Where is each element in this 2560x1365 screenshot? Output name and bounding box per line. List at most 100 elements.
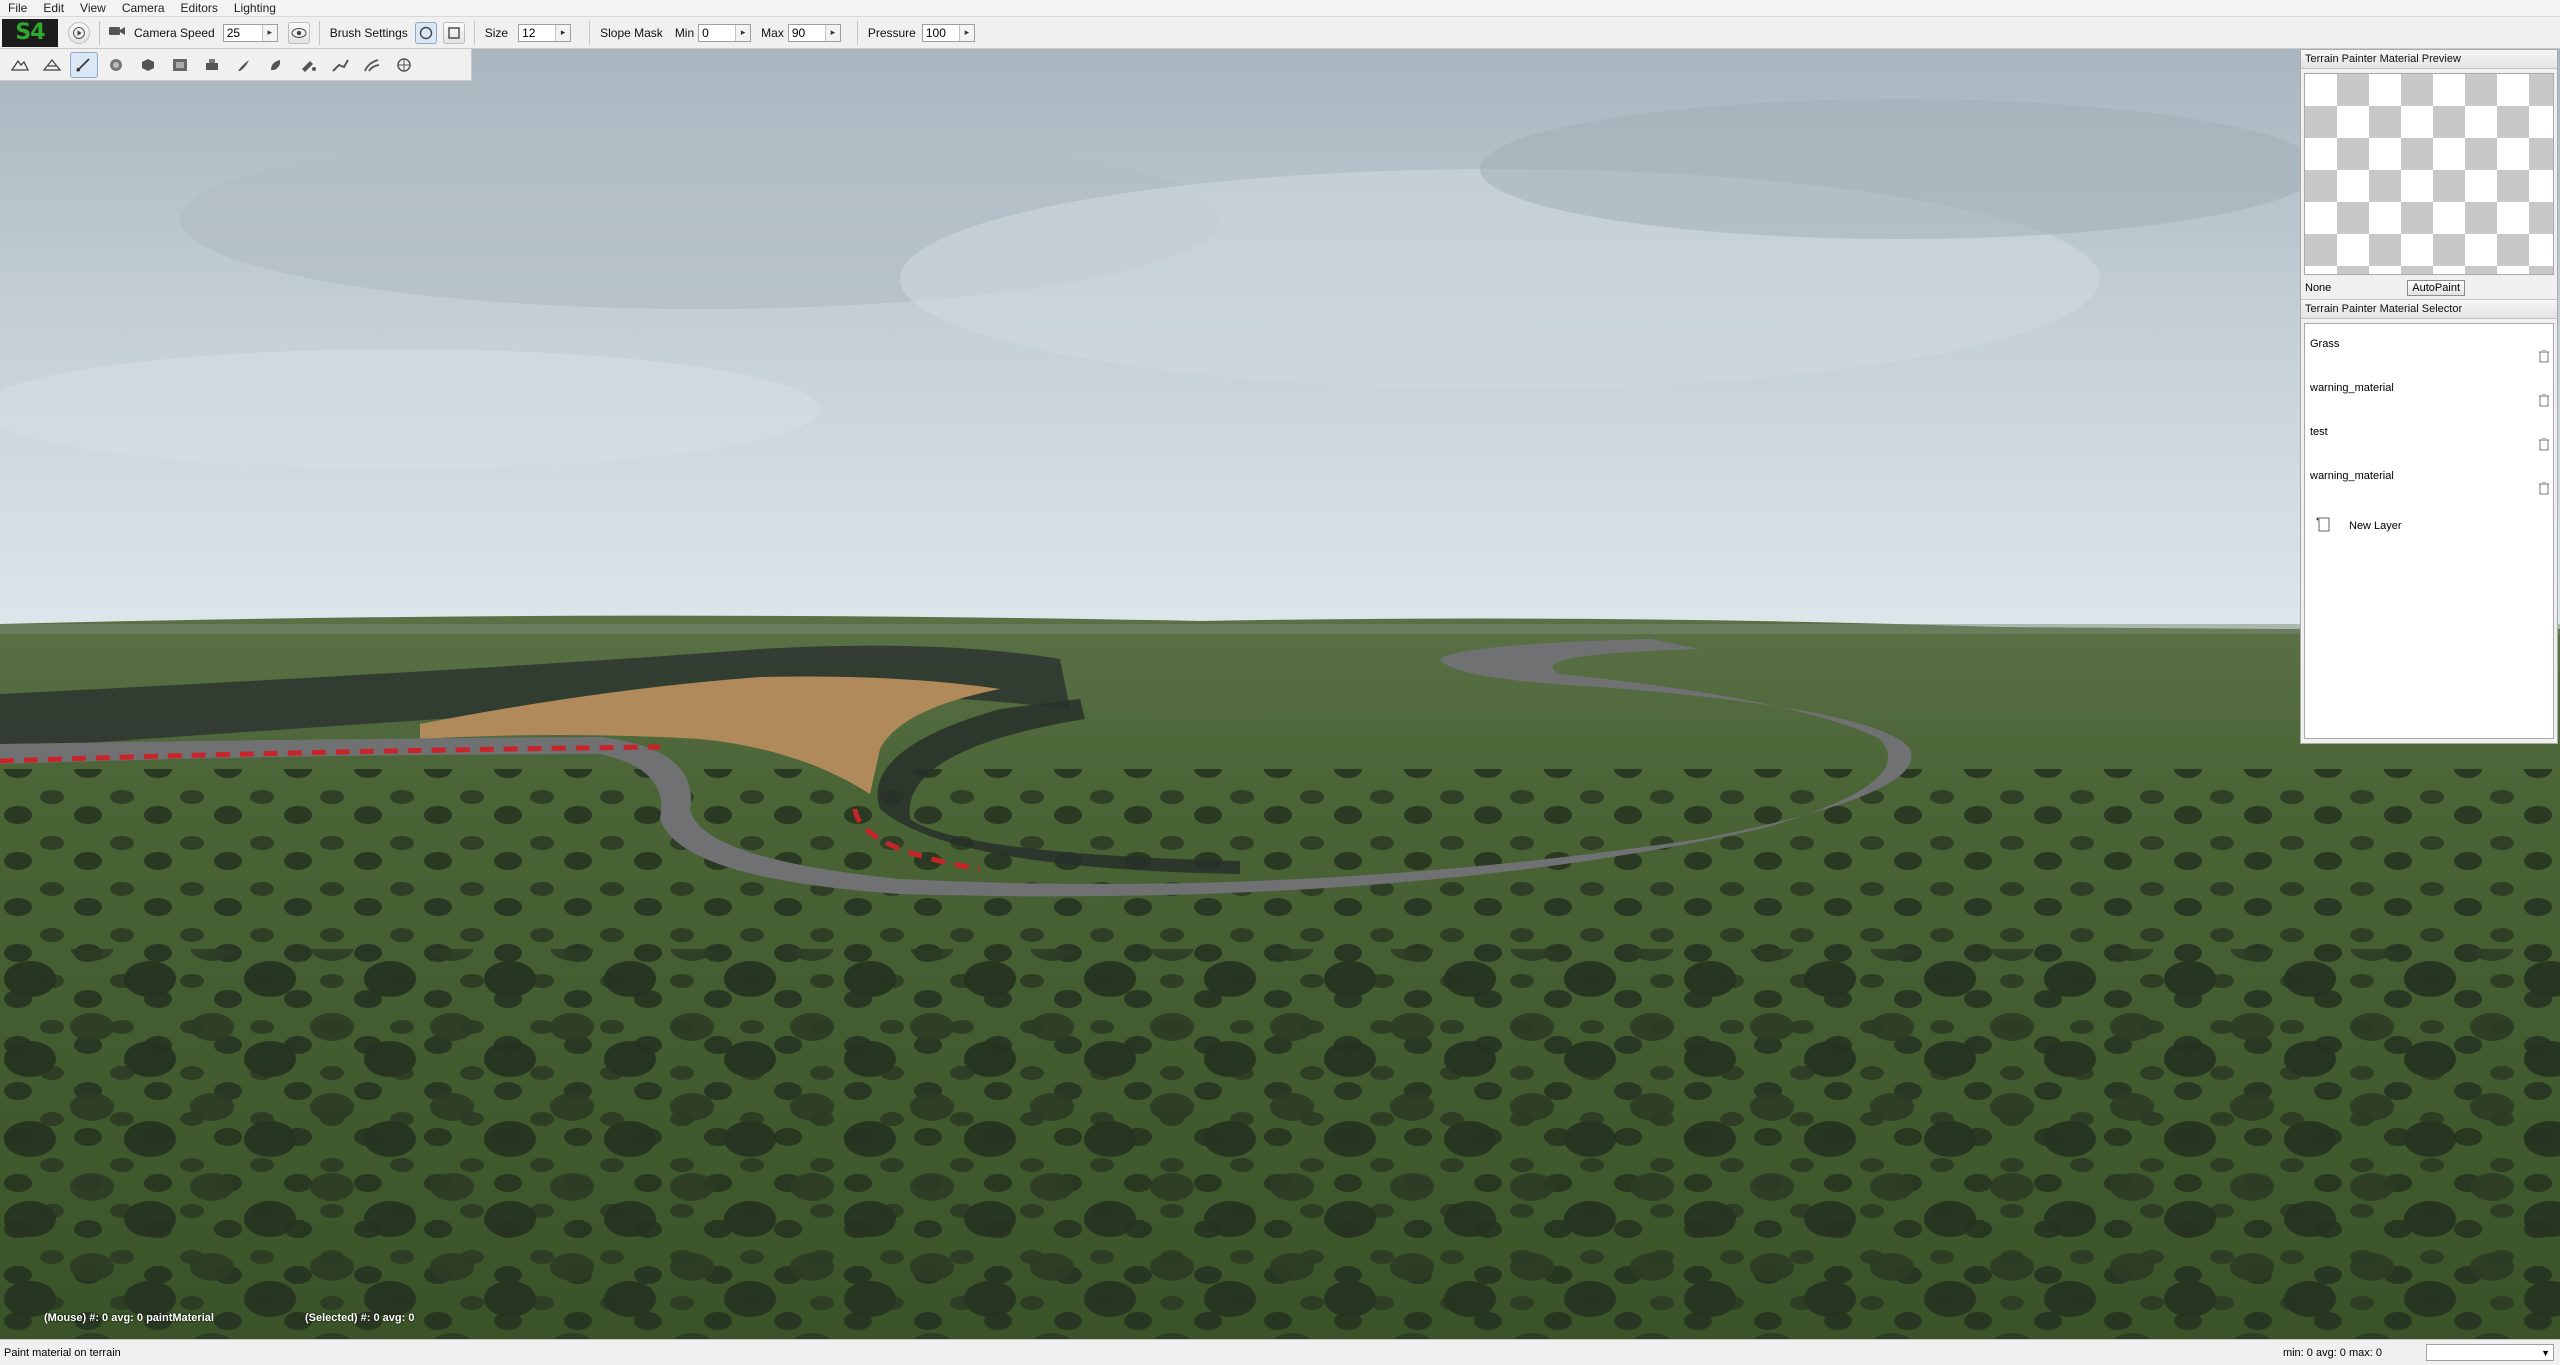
pressure-arrow-icon[interactable]: ▸ xyxy=(958,24,974,41)
terrain-painter-panel: Terrain Painter Material Preview None Au… xyxy=(2300,49,2558,744)
tree-button[interactable] xyxy=(262,52,290,78)
terrain-scene xyxy=(0,49,2560,1339)
fog-icon xyxy=(332,59,349,72)
material-row[interactable]: Grass xyxy=(2305,324,2553,368)
material-selector-list: Grass warning_material test warning_mate… xyxy=(2304,323,2554,739)
3d-viewport[interactable]: (Mouse) #: 0 avg: 0 paintMaterial (Selec… xyxy=(0,49,2560,1339)
slope-max-input[interactable] xyxy=(788,24,825,41)
heightmap-button[interactable] xyxy=(166,52,194,78)
brush-toolbar xyxy=(0,49,472,81)
slope-max-label: Max xyxy=(761,25,784,40)
menu-bar: File Edit View Camera Editors Lighting xyxy=(0,0,2560,17)
fog-button[interactable] xyxy=(326,52,354,78)
autopaint-button[interactable]: AutoPaint xyxy=(2407,280,2465,296)
chevron-down-icon: ▼ xyxy=(2541,1347,2550,1358)
delete-layer-icon[interactable] xyxy=(2539,481,2549,498)
average-button[interactable] xyxy=(198,52,226,78)
pressure-spinner[interactable]: ▸ xyxy=(921,23,975,42)
status-stats: min: 0 avg: 0 max: 0 xyxy=(2282,1346,2382,1359)
brush-settings-label: Brush Settings xyxy=(329,25,408,40)
material-name: warning_material xyxy=(2310,470,2394,482)
slope-max-spinner[interactable]: ▸ xyxy=(787,23,841,42)
toolbar-divider xyxy=(856,20,858,45)
size-spinner[interactable]: ▸ xyxy=(518,23,572,42)
delete-layer-icon[interactable] xyxy=(2539,349,2549,366)
size-arrow-icon[interactable]: ▸ xyxy=(555,24,571,41)
camera-speed-spinner[interactable]: ▸ xyxy=(222,23,278,42)
app-logo: S4 xyxy=(2,18,58,47)
decal-button[interactable] xyxy=(390,52,418,78)
average-icon xyxy=(206,58,218,70)
preview-footer: None AutoPaint xyxy=(2301,279,2557,297)
noise-icon xyxy=(110,58,122,71)
smooth-button[interactable] xyxy=(38,52,66,78)
slope-min-spinner[interactable]: ▸ xyxy=(698,23,752,42)
slope-min-arrow-icon[interactable]: ▸ xyxy=(735,24,751,41)
play-button[interactable] xyxy=(68,21,90,44)
smooth-icon xyxy=(42,58,62,71)
fill-icon xyxy=(302,60,316,72)
menu-lighting[interactable]: Lighting xyxy=(226,0,284,16)
main-toolbar: S4 Camera Speed ▸ Brush Settings Size ▸ … xyxy=(0,17,2560,49)
material-row[interactable]: warning_material xyxy=(2305,456,2553,500)
material-row[interactable]: test xyxy=(2305,412,2553,456)
circle-brush-icon xyxy=(419,26,432,39)
pressure-input[interactable] xyxy=(922,24,959,41)
raise-lower-icon xyxy=(10,59,30,71)
menu-view[interactable]: View xyxy=(72,0,114,16)
flatten-button[interactable] xyxy=(134,52,162,78)
material-name: warning_material xyxy=(2310,382,2394,394)
fill-button[interactable] xyxy=(294,52,322,78)
material-row[interactable]: warning_material xyxy=(2305,368,2553,412)
eye-icon xyxy=(291,27,307,38)
slope-max-arrow-icon[interactable]: ▸ xyxy=(824,24,840,41)
menu-camera[interactable]: Camera xyxy=(114,0,173,16)
visibility-button[interactable] xyxy=(287,21,310,44)
toolbar-divider xyxy=(589,20,591,45)
heightmap-icon xyxy=(173,58,187,71)
camera-speed-label: Camera Speed xyxy=(134,25,215,40)
toolbar-divider xyxy=(318,20,320,45)
play-icon xyxy=(73,26,85,39)
road-button[interactable] xyxy=(358,52,386,78)
menu-editors[interactable]: Editors xyxy=(173,0,226,16)
flatten-icon xyxy=(142,58,154,71)
status-message: Paint material on terrain xyxy=(4,1346,121,1359)
selected-readout: (Selected) #: 0 avg: 0 xyxy=(305,1312,415,1324)
slope-mask-label: Slope Mask xyxy=(600,25,663,40)
material-name: Grass xyxy=(2310,338,2340,350)
size-label: Size xyxy=(484,25,509,40)
road-icon xyxy=(364,58,380,71)
menu-edit[interactable]: Edit xyxy=(35,0,72,16)
new-layer-button[interactable]: New Layer xyxy=(2315,516,2402,535)
delete-layer-icon[interactable] xyxy=(2539,393,2549,410)
status-dropdown[interactable]: ▼ xyxy=(2426,1344,2554,1361)
camera-speed-arrow-icon[interactable]: ▸ xyxy=(261,24,277,41)
material-name: test xyxy=(2310,426,2328,438)
pressure-label: Pressure xyxy=(867,25,916,40)
selector-panel-title: Terrain Painter Material Selector xyxy=(2301,299,2557,319)
size-input[interactable] xyxy=(519,24,556,41)
preview-panel-title: Terrain Painter Material Preview xyxy=(2301,50,2557,69)
raise-lower-button[interactable] xyxy=(6,52,34,78)
square-brush-icon xyxy=(448,26,460,39)
square-brush-button[interactable] xyxy=(442,21,465,44)
paint-material-icon xyxy=(76,57,90,72)
circle-brush-button[interactable] xyxy=(414,21,437,44)
slope-min-input[interactable] xyxy=(699,24,736,41)
paint-material-button[interactable] xyxy=(70,51,98,78)
tree-icon xyxy=(271,59,281,70)
new-layer-icon xyxy=(2315,516,2331,535)
menu-file[interactable]: File xyxy=(0,0,35,16)
preview-material-name: None xyxy=(2305,282,2332,294)
grass-button[interactable] xyxy=(230,52,258,78)
toolbar-divider xyxy=(99,20,100,45)
noise-button[interactable] xyxy=(102,52,130,78)
toolbar-divider xyxy=(473,20,475,45)
delete-layer-icon[interactable] xyxy=(2539,437,2549,454)
slope-min-label: Min xyxy=(674,25,695,40)
mouse-readout: (Mouse) #: 0 avg: 0 paintMaterial xyxy=(44,1312,214,1324)
camera-speed-input[interactable] xyxy=(223,24,262,41)
material-preview xyxy=(2304,73,2554,275)
camera-icon xyxy=(108,25,126,40)
